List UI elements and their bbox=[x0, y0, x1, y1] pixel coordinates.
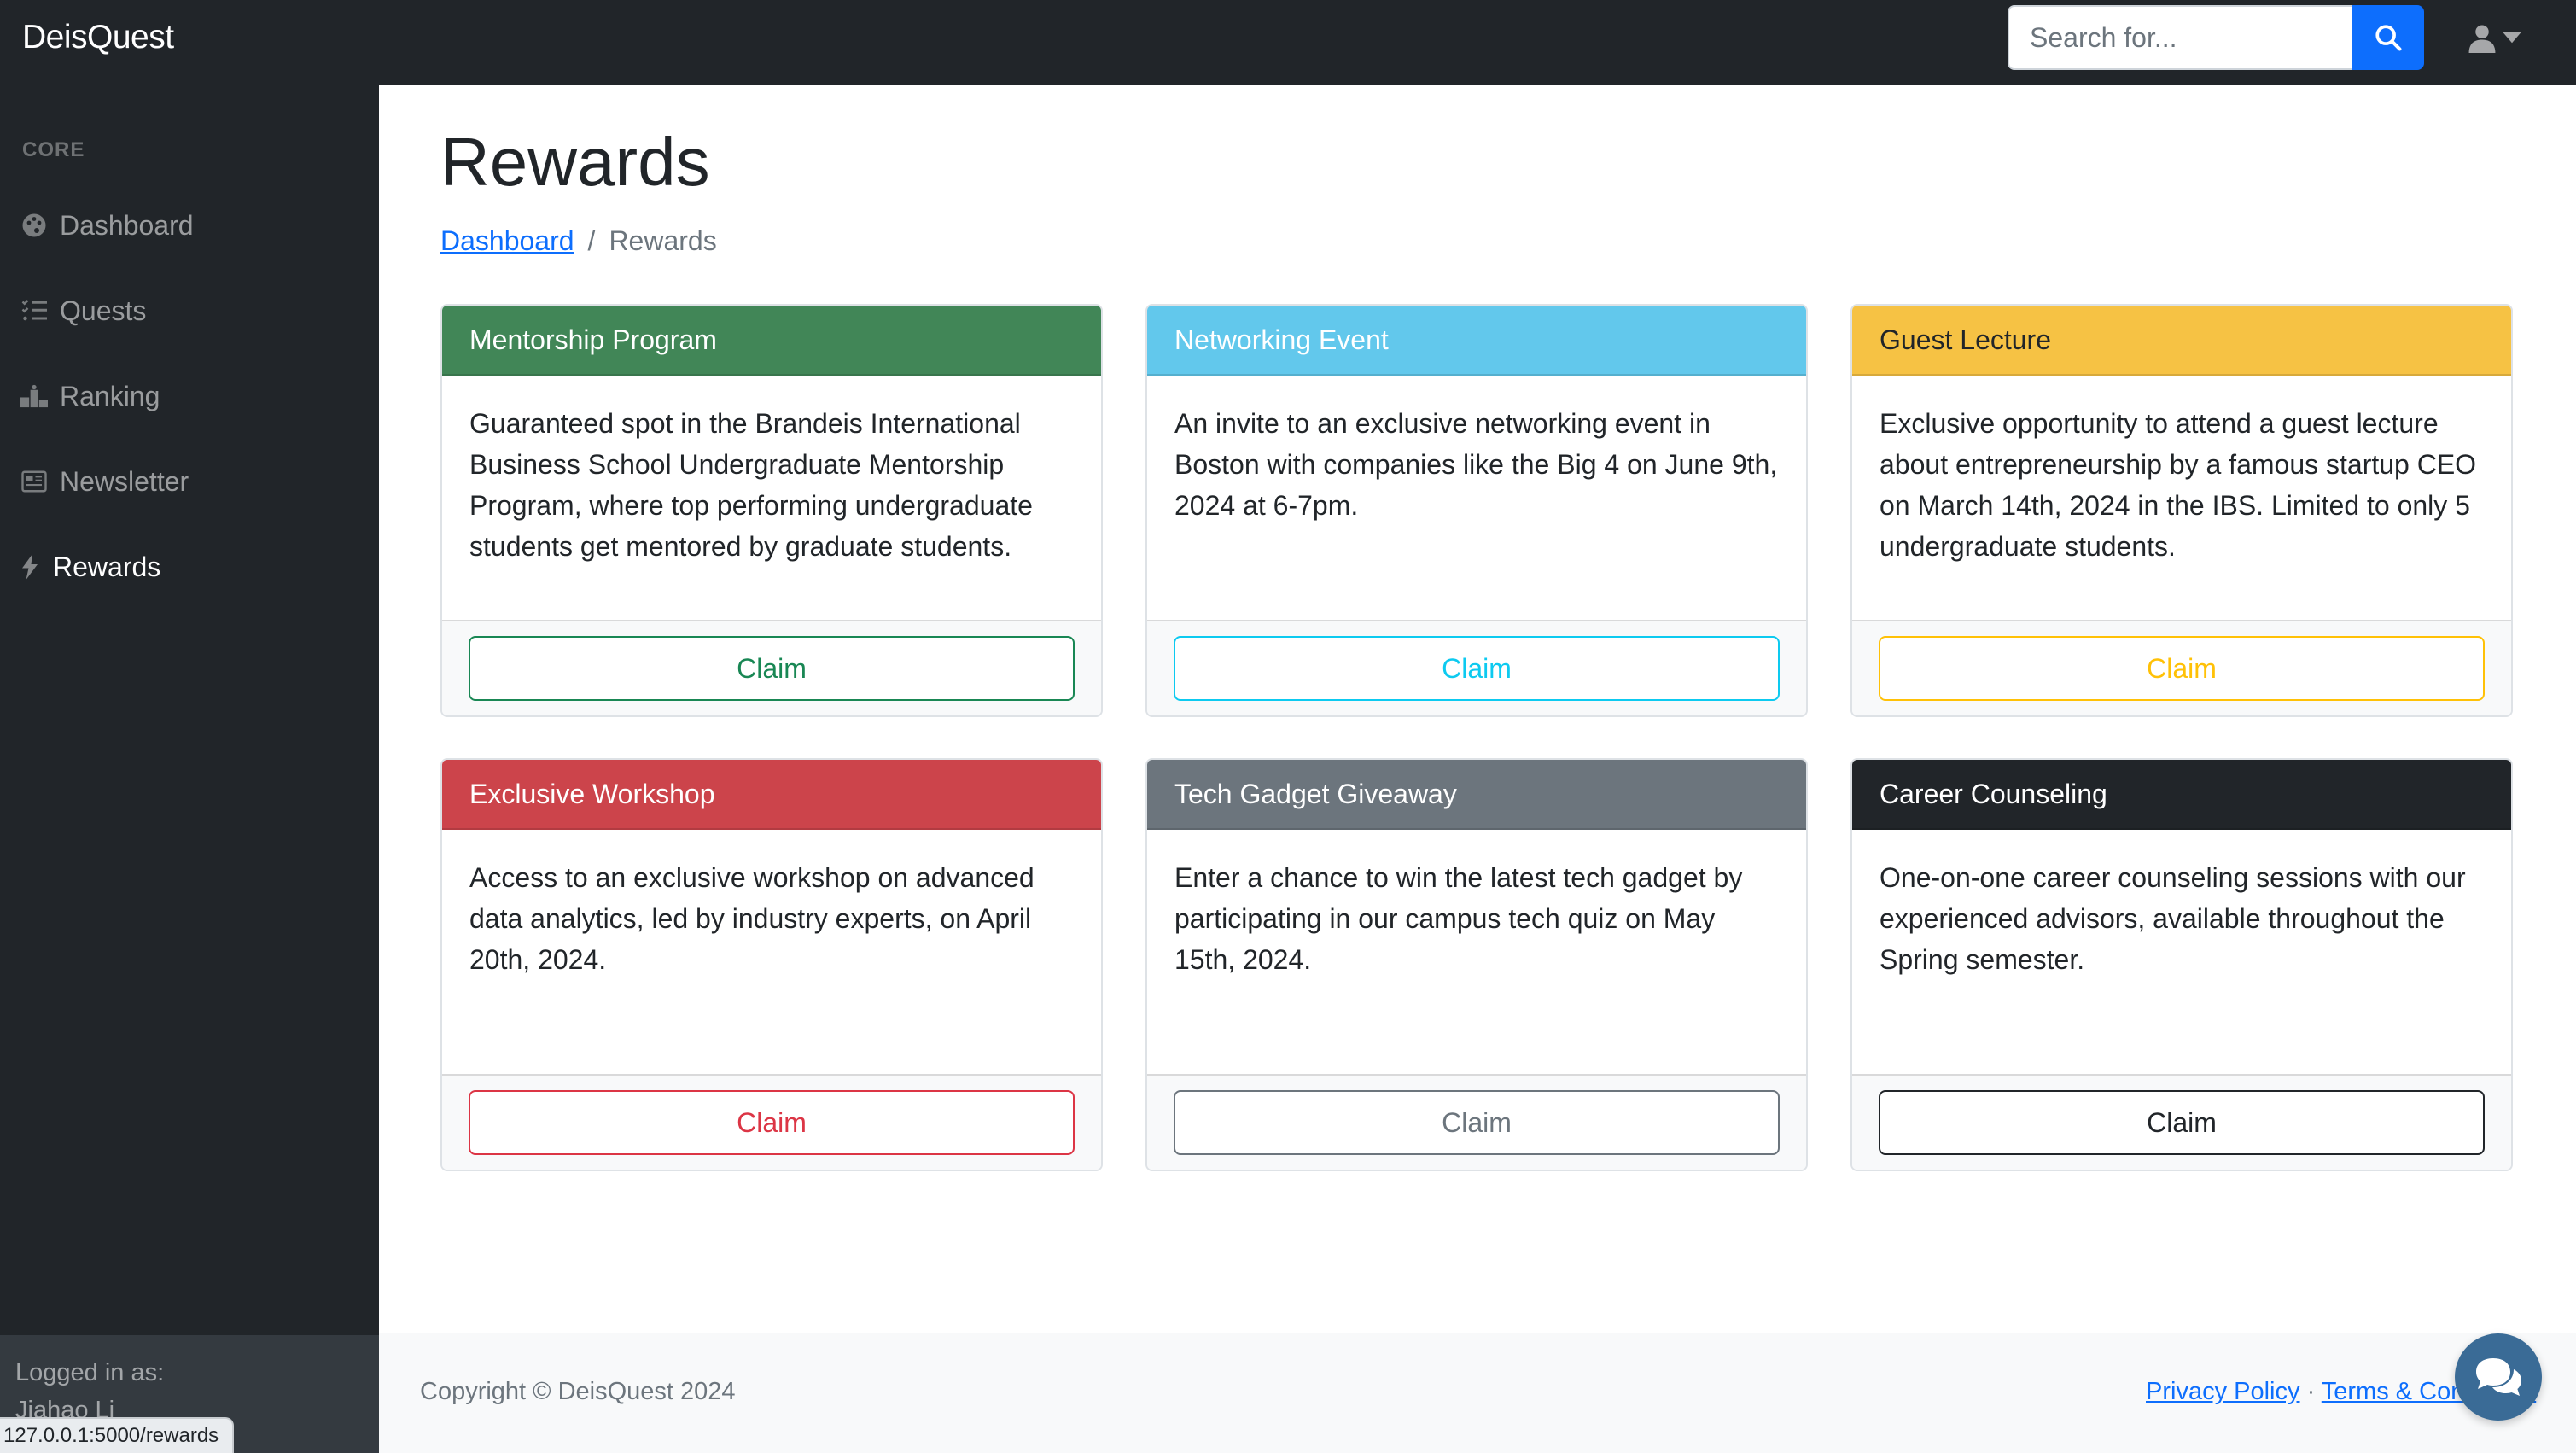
card-header: Networking Event bbox=[1147, 306, 1806, 376]
card-description: Guaranteed spot in the Brandeis Internat… bbox=[469, 408, 1033, 562]
browser-status-url: 127.0.0.1:5000/rewards bbox=[0, 1417, 235, 1453]
search-input[interactable] bbox=[2008, 5, 2352, 70]
privacy-policy-link[interactable]: Privacy Policy bbox=[2146, 1378, 2300, 1405]
breadcrumb-separator: / bbox=[587, 225, 596, 256]
sidebar-heading: CORE bbox=[22, 138, 85, 161]
user-menu-toggle[interactable] bbox=[2468, 19, 2523, 58]
card-description: Access to an exclusive workshop on advan… bbox=[469, 862, 1034, 975]
comments-icon bbox=[2476, 1358, 2521, 1396]
user-icon bbox=[2468, 25, 2496, 53]
sidebar-item-quests[interactable]: Quests bbox=[20, 285, 362, 336]
brand-logo[interactable]: DeisQuest bbox=[22, 19, 174, 56]
footer-separator: · bbox=[2306, 1378, 2316, 1405]
reward-card-guest-lecture: Guest Lecture Exclusive opportunity to a… bbox=[1850, 304, 2513, 717]
card-header: Exclusive Workshop bbox=[442, 760, 1101, 830]
reward-card-career-counseling: Career Counseling One-on-one career coun… bbox=[1850, 758, 2513, 1171]
breadcrumb-dashboard-link[interactable]: Dashboard bbox=[440, 225, 574, 257]
card-header: Career Counseling bbox=[1852, 760, 2511, 830]
search-button[interactable] bbox=[2352, 5, 2424, 70]
search-icon bbox=[2375, 25, 2402, 51]
reward-card-workshop: Exclusive Workshop Access to an exclusiv… bbox=[440, 758, 1103, 1171]
sidebar-item-newsletter[interactable]: Newsletter bbox=[20, 456, 362, 507]
card-description: An invite to an exclusive networking eve… bbox=[1174, 408, 1778, 521]
sidebar-item-dashboard[interactable]: Dashboard bbox=[20, 200, 362, 251]
card-header: Guest Lecture bbox=[1852, 306, 2511, 376]
page-title: Rewards bbox=[440, 124, 710, 200]
sidebar-item-label: Ranking bbox=[60, 380, 160, 411]
card-footer: Claim bbox=[1147, 620, 1806, 715]
logged-in-label: Logged in as: bbox=[15, 1359, 165, 1386]
newspaper-icon bbox=[20, 468, 48, 495]
claim-button[interactable]: Claim bbox=[1879, 1090, 2485, 1155]
reward-card-networking: Networking Event An invite to an exclusi… bbox=[1145, 304, 1808, 717]
claim-button[interactable]: Claim bbox=[469, 636, 1075, 701]
sidebar-item-label: Quests bbox=[60, 295, 147, 326]
card-footer: Claim bbox=[442, 620, 1101, 715]
card-footer: Claim bbox=[1852, 1074, 2511, 1170]
list-check-icon bbox=[20, 297, 48, 324]
page-footer: Copyright © DeisQuest 2024 Privacy Polic… bbox=[379, 1333, 2576, 1453]
card-header: Tech Gadget Giveaway bbox=[1147, 760, 1806, 830]
card-description: Enter a chance to win the latest tech ga… bbox=[1174, 862, 1743, 975]
search-form bbox=[2008, 5, 2424, 70]
sidebar-item-label: Rewards bbox=[53, 551, 161, 582]
claim-button[interactable]: Claim bbox=[1174, 1090, 1780, 1155]
breadcrumb: Dashboard / Rewards bbox=[440, 225, 717, 257]
caret-down-icon bbox=[2503, 32, 2521, 44]
bolt-icon bbox=[20, 553, 39, 581]
claim-button[interactable]: Claim bbox=[469, 1090, 1075, 1155]
sidebar-item-label: Newsletter bbox=[60, 465, 189, 497]
claim-button[interactable]: Claim bbox=[1879, 636, 2485, 701]
reward-card-gadget-giveaway: Tech Gadget Giveaway Enter a chance to w… bbox=[1145, 758, 1808, 1171]
main-content: Rewards Dashboard / Rewards Mentorship P… bbox=[379, 85, 2576, 1453]
claim-button[interactable]: Claim bbox=[1174, 636, 1780, 701]
card-header: Mentorship Program bbox=[442, 306, 1101, 376]
copyright-text: Copyright © DeisQuest 2024 bbox=[420, 1378, 736, 1405]
card-footer: Claim bbox=[442, 1074, 1101, 1170]
card-description: Exclusive opportunity to attend a guest … bbox=[1880, 408, 2477, 562]
palette-icon bbox=[20, 212, 48, 239]
breadcrumb-current: Rewards bbox=[609, 225, 717, 256]
podium-icon bbox=[20, 382, 48, 410]
reward-card-mentorship: Mentorship Program Guaranteed spot in th… bbox=[440, 304, 1103, 717]
sidebar: CORE Dashboard Quests Ranking Newsletter… bbox=[0, 85, 379, 1453]
card-footer: Claim bbox=[1147, 1074, 1806, 1170]
card-description: One-on-one career counseling sessions wi… bbox=[1880, 862, 2466, 975]
sidebar-item-rewards[interactable]: Rewards bbox=[20, 541, 362, 592]
chat-button[interactable] bbox=[2455, 1333, 2542, 1421]
sidebar-item-label: Dashboard bbox=[60, 209, 194, 241]
card-footer: Claim bbox=[1852, 620, 2511, 715]
sidebar-item-ranking[interactable]: Ranking bbox=[20, 371, 362, 422]
top-navbar: DeisQuest bbox=[0, 0, 2576, 85]
